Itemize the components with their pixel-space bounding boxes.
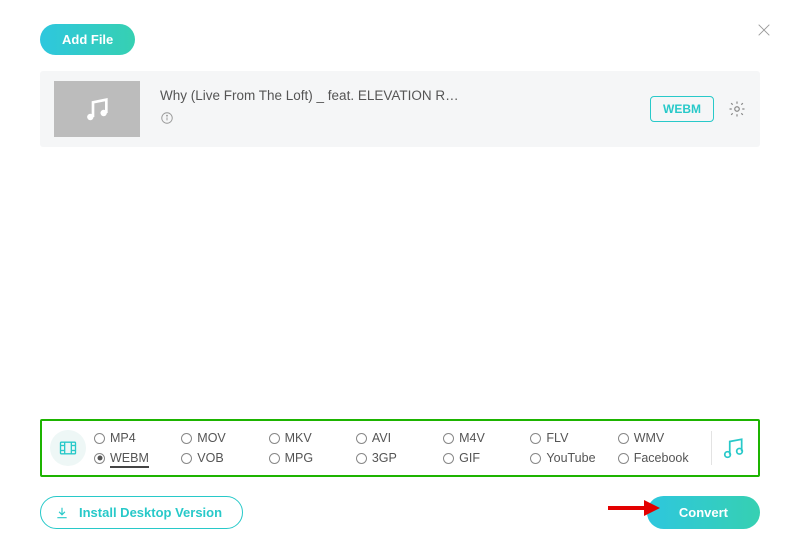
radio-icon <box>356 453 367 464</box>
bottom-bar: Install Desktop Version Convert <box>40 496 760 529</box>
radio-icon <box>269 433 280 444</box>
format-option-label: GIF <box>459 451 480 465</box>
format-option-label: MPG <box>285 451 313 465</box>
format-option-mov[interactable]: MOV <box>181 429 266 447</box>
add-file-button[interactable]: Add File <box>40 24 135 55</box>
radio-icon <box>618 433 629 444</box>
format-option-facebook[interactable]: Facebook <box>618 449 703 467</box>
format-options-grid: MP4 MOV MKV AVI M4V FLV WMV WEBM VOB MPG 3GP GIF You… <box>94 429 703 467</box>
gear-icon[interactable] <box>728 100 746 118</box>
file-actions: WEBM <box>650 96 746 122</box>
format-option-avi[interactable]: AVI <box>356 429 441 447</box>
format-option-label: MKV <box>285 431 312 445</box>
download-icon <box>55 506 69 520</box>
format-option-label: WMV <box>634 431 665 445</box>
file-title: Why (Live From The Loft) _ feat. ELEVATI… <box>160 88 650 103</box>
format-option-label: WEBM <box>110 451 149 468</box>
install-desktop-button[interactable]: Install Desktop Version <box>40 496 243 529</box>
format-option-gif[interactable]: GIF <box>443 449 528 467</box>
radio-icon <box>181 453 192 464</box>
format-option-label: 3GP <box>372 451 397 465</box>
format-option-label: YouTube <box>546 451 595 465</box>
file-info: Why (Live From The Loft) _ feat. ELEVATI… <box>160 88 650 130</box>
format-option-webm[interactable]: WEBM <box>94 449 179 467</box>
format-option-m4v[interactable]: M4V <box>443 429 528 447</box>
app-window: Add File Why (Live From The Loft) _ feat… <box>0 0 800 549</box>
output-format-badge[interactable]: WEBM <box>650 96 714 122</box>
convert-button[interactable]: Convert <box>647 496 760 529</box>
format-option-youtube[interactable]: YouTube <box>530 449 615 467</box>
format-option-flv[interactable]: FLV <box>530 429 615 447</box>
format-option-label: AVI <box>372 431 391 445</box>
divider <box>711 431 712 465</box>
file-list-item: Why (Live From The Loft) _ feat. ELEVATI… <box>40 71 760 147</box>
radio-icon <box>443 453 454 464</box>
format-option-mkv[interactable]: MKV <box>269 429 354 447</box>
format-option-mpg[interactable]: MPG <box>269 449 354 467</box>
radio-icon <box>94 453 105 464</box>
format-option-label: FLV <box>546 431 568 445</box>
format-option-label: Facebook <box>634 451 689 465</box>
radio-icon <box>181 433 192 444</box>
close-icon[interactable] <box>756 22 772 38</box>
install-desktop-label: Install Desktop Version <box>79 505 222 520</box>
radio-icon <box>530 453 541 464</box>
format-option-3gp[interactable]: 3GP <box>356 449 441 467</box>
radio-icon <box>269 453 280 464</box>
format-selector-panel: MP4 MOV MKV AVI M4V FLV WMV WEBM VOB MPG 3GP GIF You… <box>40 419 760 477</box>
radio-icon <box>618 453 629 464</box>
format-option-label: M4V <box>459 431 485 445</box>
radio-icon <box>530 433 541 444</box>
format-option-label: MP4 <box>110 431 136 445</box>
info-icon[interactable] <box>160 111 174 125</box>
format-option-label: MOV <box>197 431 225 445</box>
music-mode-icon[interactable] <box>720 435 746 461</box>
format-option-label: VOB <box>197 451 223 465</box>
radio-icon <box>94 433 105 444</box>
file-thumbnail <box>54 81 140 137</box>
format-option-vob[interactable]: VOB <box>181 449 266 467</box>
radio-icon <box>443 433 454 444</box>
radio-icon <box>356 433 367 444</box>
video-mode-icon[interactable] <box>50 430 86 466</box>
format-option-mp4[interactable]: MP4 <box>94 429 179 447</box>
format-option-wmv[interactable]: WMV <box>618 429 703 447</box>
